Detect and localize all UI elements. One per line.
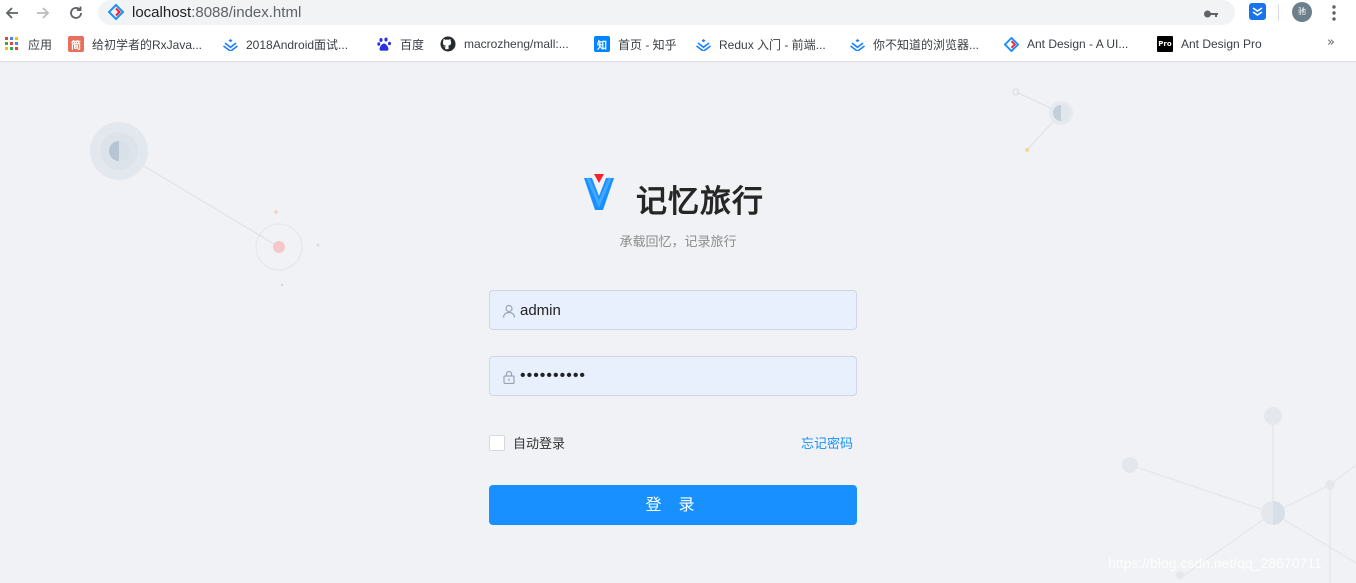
bookmark-browser-article[interactable]: 你不知道的浏览器...	[849, 35, 979, 53]
bookmark-redux[interactable]: Redux 入门 - 前端...	[695, 35, 826, 53]
antd-icon	[1003, 36, 1019, 52]
more-vertical-icon	[1332, 5, 1336, 21]
login-page: 记忆旅行 承载回忆，记录旅行 自动登录 忘记密码 登 录 https://blo…	[0, 63, 1356, 583]
bookmark-label: 应用	[28, 37, 53, 52]
auto-login-option[interactable]: 自动登录	[489, 433, 565, 452]
reload-button[interactable]	[66, 3, 86, 23]
bookmark-label: Ant Design Pro	[1181, 37, 1262, 51]
bookmark-github-mall[interactable]: macrozheng/mall:...	[440, 35, 569, 53]
username-input[interactable]	[520, 291, 840, 329]
arrow-right-icon	[37, 7, 50, 19]
bookmark-rxjava[interactable]: 简 给初学者的RxJava...	[68, 35, 202, 53]
extension-icon[interactable]	[1249, 3, 1266, 20]
login-button[interactable]: 登 录	[489, 485, 857, 525]
antd-site-icon	[107, 3, 125, 24]
bookmark-label: 给初学者的RxJava...	[92, 37, 203, 52]
bookmark-baidu[interactable]: 百度	[376, 35, 424, 53]
bookmark-label: 2018Android面试...	[246, 37, 349, 52]
auto-login-label: 自动登录	[513, 437, 566, 452]
bookmark-label: macrozheng/mall:...	[464, 37, 569, 51]
jianshu-icon: 简	[68, 36, 84, 52]
bookmark-ant-design-pro[interactable]: Pro Ant Design Pro	[1157, 35, 1262, 53]
bookmark-label: 首页 - 知乎	[618, 37, 677, 52]
github-icon	[440, 36, 456, 52]
address-bar[interactable]: localhost:8088/index.html	[98, 0, 1235, 25]
apps-grid-icon	[4, 36, 20, 52]
juejin-icon	[222, 36, 238, 52]
username-field[interactable]	[489, 290, 857, 330]
password-input[interactable]	[520, 357, 840, 395]
baidu-paw-icon	[376, 36, 392, 52]
user-icon	[502, 303, 516, 318]
app-logo	[582, 174, 616, 214]
bookmark-ant-design[interactable]: Ant Design - A UI...	[1003, 35, 1128, 53]
url-host: localhost	[132, 4, 192, 21]
juejin-icon	[849, 36, 865, 52]
toolbar-divider	[1278, 4, 1279, 21]
key-icon[interactable]	[1203, 5, 1219, 24]
back-button[interactable]	[2, 3, 22, 23]
forward-button[interactable]	[33, 3, 53, 23]
browser-menu-button[interactable]	[1328, 3, 1340, 23]
app-title: 记忆旅行	[636, 184, 764, 219]
csdn-watermark: https://blog.csdn.net/qq_28670711	[1108, 555, 1322, 571]
lock-icon	[502, 369, 516, 385]
auto-login-checkbox[interactable]	[489, 434, 505, 451]
bookmark-label: 百度	[400, 37, 425, 52]
bookmark-label: Redux 入门 - 前端...	[719, 37, 826, 52]
antd-pro-icon: Pro	[1157, 36, 1173, 52]
zhihu-icon: 知	[594, 36, 610, 52]
bookmark-apps[interactable]: 应用	[4, 35, 52, 53]
password-field[interactable]	[489, 356, 857, 396]
app-subtitle: 承载回忆，记录旅行	[619, 235, 737, 250]
arrow-left-icon	[5, 7, 18, 19]
juejin-icon	[695, 36, 711, 52]
url-text: localhost:8088/index.html	[132, 3, 301, 22]
bookmark-label: Ant Design - A UI...	[1027, 37, 1129, 51]
bookmark-zhihu[interactable]: 知 首页 - 知乎	[594, 35, 677, 53]
bookmark-label: 你不知道的浏览器...	[873, 37, 980, 52]
reload-icon	[70, 6, 82, 19]
browser-toolbar: localhost:8088/index.html 驰	[0, 0, 1356, 27]
bookmarks-bar: 应用 简 给初学者的RxJava... 2018Android面试... 百度 …	[0, 27, 1356, 62]
profile-avatar[interactable]: 驰	[1292, 2, 1312, 22]
url-path: :8088/index.html	[191, 4, 302, 21]
bookmark-android-interview[interactable]: 2018Android面试...	[222, 35, 348, 53]
bookmarks-overflow-button[interactable]: »	[1327, 35, 1335, 50]
forgot-password-link[interactable]: 忘记密码	[801, 433, 853, 452]
